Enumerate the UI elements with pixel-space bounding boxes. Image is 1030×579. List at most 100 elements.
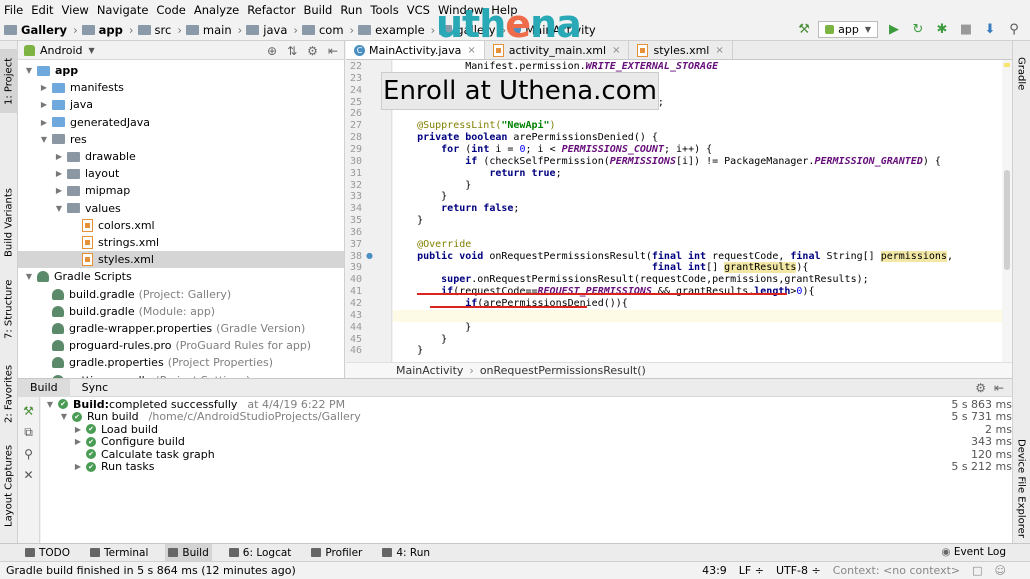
close-icon[interactable]: × <box>715 45 723 56</box>
editor-tab[interactable]: C MainActivity.java × <box>346 41 485 59</box>
tree-item[interactable]: ▼ values <box>18 200 344 217</box>
hide-icon[interactable]: ⇤ <box>328 44 338 58</box>
tree-item[interactable]: ▼ Gradle Scripts <box>18 268 344 285</box>
run-icon[interactable]: ▶ <box>886 22 902 38</box>
tree-item[interactable]: ▶ java <box>18 96 344 113</box>
tree-item[interactable]: colors.xml <box>18 217 344 234</box>
menu-build[interactable]: Build <box>303 3 332 17</box>
tree-item[interactable]: build.gradle (Project: Gallery) <box>18 286 344 303</box>
run-config-select[interactable]: app ▼ <box>818 21 878 38</box>
tree-item[interactable]: ▶ drawable <box>18 148 344 165</box>
tab-layout-captures[interactable]: Layout Captures <box>0 439 18 533</box>
apply-changes-icon[interactable]: ↻ <box>910 22 926 38</box>
caret-position[interactable]: 43:9 <box>702 564 727 577</box>
tab-project[interactable]: 1: Project <box>0 49 18 113</box>
tab-build[interactable]: Build <box>18 378 70 397</box>
tab-device-file-explorer[interactable]: Device File Explorer <box>1012 433 1030 543</box>
gear-icon[interactable]: ⚙ <box>975 381 986 395</box>
menu-navigate[interactable]: Navigate <box>97 3 149 17</box>
build-row[interactable]: ▶ ✔ Load build 2 ms <box>41 423 1012 436</box>
chevron-right-icon[interactable]: ▶ <box>73 425 83 434</box>
breadcrumb-method[interactable]: onRequestPermissionsResult() <box>480 364 646 377</box>
chevron-right-icon[interactable]: ▶ <box>39 100 49 109</box>
tab-sync[interactable]: Sync <box>70 379 121 397</box>
breadcrumb-item[interactable]: src › <box>137 23 182 37</box>
build-row[interactable]: ✔ Calculate task graph 120 ms <box>41 448 1012 461</box>
tab-gradle[interactable]: Gradle <box>1012 49 1030 99</box>
sdk-manager-icon[interactable]: ⬇ <box>982 22 998 38</box>
scroll-thumb[interactable] <box>1004 170 1010 270</box>
chevron-right-icon[interactable]: ▶ <box>73 437 83 446</box>
chevron-right-icon[interactable]: ▶ <box>54 186 64 195</box>
close-icon[interactable]: × <box>467 45 475 56</box>
lock-icon[interactable]: □ <box>972 564 982 577</box>
breadcrumb-item[interactable]: com › <box>301 23 354 37</box>
breadcrumb-item[interactable]: Gallery › <box>4 23 78 37</box>
toolwindow-todo[interactable]: TODO <box>22 544 73 562</box>
breadcrumb-item[interactable]: main › <box>185 23 242 37</box>
inspector-icon[interactable]: ☺ <box>995 564 1006 577</box>
close-icon[interactable]: ✕ <box>18 468 39 482</box>
tree-item[interactable]: proguard-rules.pro (ProGuard Rules for ap… <box>18 337 344 354</box>
toggle-view-icon[interactable]: ⧉ <box>18 425 39 440</box>
editor-scrollbar[interactable] <box>1002 60 1012 362</box>
breadcrumb-item[interactable]: java › <box>246 23 298 37</box>
chevron-right-icon[interactable]: ▶ <box>54 169 64 178</box>
toolwindow-run[interactable]: 4: Run <box>379 544 433 562</box>
tree-item[interactable]: ▶ mipmap <box>18 182 344 199</box>
menu-vcs[interactable]: VCS <box>407 3 430 17</box>
tree-item[interactable]: build.gradle (Module: app) <box>18 303 344 320</box>
chevron-right-icon[interactable]: ▶ <box>54 152 64 161</box>
breadcrumb-item[interactable]: app › <box>81 23 134 37</box>
line-separator[interactable]: LF ÷ <box>739 564 764 577</box>
override-icon[interactable]: ● <box>366 251 373 260</box>
build-row[interactable]: ▶ ✔ Configure build 343 ms <box>41 435 1012 448</box>
chevron-right-icon[interactable]: ▶ <box>39 83 49 92</box>
menu-tools[interactable]: Tools <box>370 3 398 17</box>
chevron-down-icon[interactable]: ▼ <box>54 204 64 213</box>
pin-icon[interactable]: ⚲ <box>18 447 39 461</box>
tree-item[interactable]: ▶ layout <box>18 165 344 182</box>
tab-structure[interactable]: 7: Structure <box>0 273 18 345</box>
tree-item[interactable]: strings.xml <box>18 234 344 251</box>
build-row[interactable]: ▼ ✔ Run build/home/c/AndroidStudioProjects… <box>41 410 1012 423</box>
menu-refactor[interactable]: Refactor <box>247 3 295 17</box>
breadcrumb-class[interactable]: MainActivity <box>396 364 463 377</box>
chevron-right-icon[interactable]: ▶ <box>73 462 83 471</box>
tree-item[interactable]: gradle-wrapper.properties (Gradle Version… <box>18 320 344 337</box>
hammer-icon[interactable]: ⚒ <box>796 22 812 38</box>
chevron-right-icon[interactable]: ▶ <box>39 118 49 127</box>
project-view-selector[interactable]: Android ▼ ⊕ ⇅ ⚙ ⇤ <box>18 41 344 60</box>
tree-item[interactable]: gradle.properties (Project Properties) <box>18 354 344 371</box>
tree-item[interactable]: ▶ manifests <box>18 79 344 96</box>
menu-file[interactable]: File <box>4 3 23 17</box>
build-row[interactable]: ▶ ✔ Run tasks 5 s 212 ms <box>41 460 1012 473</box>
file-encoding[interactable]: UTF-8 ÷ <box>776 564 821 577</box>
hide-icon[interactable]: ⇤ <box>994 381 1004 395</box>
collapse-all-icon[interactable]: ⇅ <box>287 44 297 58</box>
tree-item[interactable]: ▼ app <box>18 62 344 79</box>
gear-icon[interactable]: ⚙ <box>307 44 318 58</box>
hammer-icon[interactable]: ⚒ <box>18 404 39 418</box>
sync-icon[interactable]: ⊕ <box>267 44 277 58</box>
stop-icon[interactable]: ■ <box>958 22 974 38</box>
menu-analyze[interactable]: Analyze <box>194 3 239 17</box>
close-icon[interactable]: × <box>612 45 620 56</box>
toolwindow-logcat[interactable]: 6: Logcat <box>226 544 295 562</box>
menu-code[interactable]: Code <box>156 3 185 17</box>
context-indicator[interactable]: Context: <no context> <box>833 564 960 577</box>
breadcrumb-item[interactable]: example › <box>358 23 435 37</box>
tab-favorites[interactable]: 2: Favorites <box>0 361 18 427</box>
tree-item[interactable]: styles.xml <box>18 251 344 269</box>
toolwindow-build[interactable]: Build <box>165 543 212 562</box>
debug-icon[interactable]: ✱ <box>934 22 950 38</box>
build-row[interactable]: ▼ ✔ Build: completed successfully at 4/4/19… <box>41 398 1012 411</box>
menu-view[interactable]: View <box>62 3 89 17</box>
status-message[interactable]: Gradle build finished in 5 s 864 ms (12 … <box>6 564 296 577</box>
tree-item[interactable]: ▶ generatedJava <box>18 114 344 131</box>
editor-tab[interactable]: activity_main.xml × <box>485 41 630 59</box>
event-log-button[interactable]: ◉ Event Log <box>941 546 1006 558</box>
chevron-down-icon[interactable]: ▼ <box>24 66 34 75</box>
chevron-down-icon[interactable]: ▼ <box>45 400 55 409</box>
chevron-down-icon[interactable]: ▼ <box>39 135 49 144</box>
